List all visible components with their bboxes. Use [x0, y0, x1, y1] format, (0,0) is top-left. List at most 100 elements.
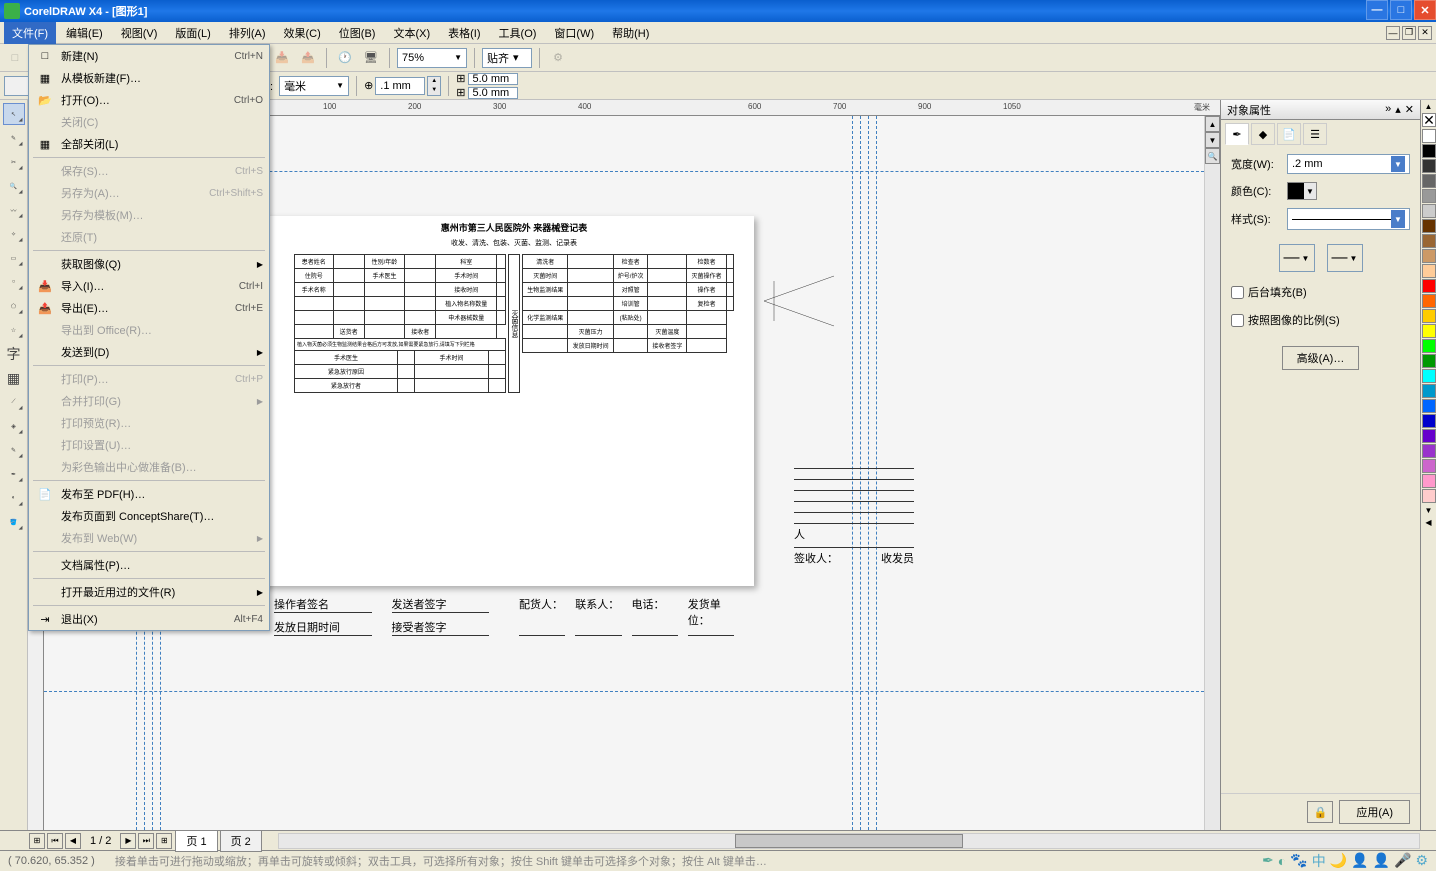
- monitor-icon[interactable]: 🖥: [360, 47, 382, 69]
- color-swatch[interactable]: [1422, 414, 1436, 428]
- color-swatch[interactable]: [1422, 354, 1436, 368]
- page-tab-2[interactable]: 页 2: [220, 830, 262, 852]
- export-icon[interactable]: 📤: [297, 47, 319, 69]
- color-swatch[interactable]: [1422, 234, 1436, 248]
- menu-item[interactable]: 获取图像(Q) ▶: [29, 253, 269, 275]
- menu-effects[interactable]: 效果(C): [276, 22, 329, 44]
- fill-tab[interactable]: ◆: [1251, 123, 1275, 145]
- menu-item[interactable]: 📂 打开(O)… Ctrl+O: [29, 89, 269, 111]
- tray-lang[interactable]: 中: [1312, 851, 1326, 871]
- menu-item[interactable]: 打印设置(U)…: [29, 434, 269, 456]
- scale-checkbox[interactable]: [1231, 314, 1244, 327]
- style-select[interactable]: ▼: [1287, 208, 1410, 230]
- menu-text[interactable]: 文本(X): [385, 22, 438, 44]
- color-swatch[interactable]: [1422, 279, 1436, 293]
- menu-item[interactable]: 打印(P)… Ctrl+P: [29, 368, 269, 390]
- interactive-fill-tool[interactable]: 🪣: [3, 511, 25, 533]
- menu-item[interactable]: 打开最近用过的文件(R) ▶: [29, 581, 269, 603]
- menu-table[interactable]: 表格(I): [440, 22, 488, 44]
- color-swatch[interactable]: [1422, 249, 1436, 263]
- scroll-up-icon[interactable]: ▲: [1205, 116, 1220, 132]
- page-tab-1[interactable]: 页 1: [175, 830, 217, 852]
- menu-item[interactable]: □ 新建(N) Ctrl+N: [29, 45, 269, 67]
- options-icon[interactable]: ⚙: [547, 47, 569, 69]
- color-swatch[interactable]: [1422, 309, 1436, 323]
- palette-down-icon[interactable]: ▼: [1421, 504, 1436, 516]
- zoom-tool[interactable]: 🔍: [3, 175, 25, 197]
- tray-gear-icon[interactable]: ⚙: [1415, 852, 1428, 869]
- color-swatch[interactable]: [1422, 399, 1436, 413]
- tray-person-icon[interactable]: 👤: [1351, 852, 1368, 869]
- freehand-tool[interactable]: 〰: [3, 199, 25, 221]
- menu-item[interactable]: 保存(S)… Ctrl+S: [29, 160, 269, 182]
- color-swatch[interactable]: [1422, 489, 1436, 503]
- menu-item[interactable]: ⇥ 退出(X) Alt+F4: [29, 608, 269, 630]
- color-swatch[interactable]: [1422, 474, 1436, 488]
- first-page-icon[interactable]: ⏮: [47, 833, 63, 849]
- add-page-after-icon[interactable]: ⊞: [156, 833, 172, 849]
- tray-fill-icon[interactable]: ◐: [1278, 853, 1286, 869]
- panel-pin-icon[interactable]: ▴: [1395, 103, 1401, 116]
- next-page-icon[interactable]: ▶: [120, 833, 136, 849]
- unit-combo[interactable]: 毫米▼: [279, 76, 349, 96]
- menu-item[interactable]: ▦ 全部关闭(L): [29, 133, 269, 155]
- color-swatch[interactable]: [1422, 459, 1436, 473]
- zoom-page-icon[interactable]: 🔍: [1205, 148, 1220, 164]
- menu-item[interactable]: 打印预览(R)…: [29, 412, 269, 434]
- color-swatch[interactable]: [1422, 189, 1436, 203]
- color-swatch[interactable]: [1422, 369, 1436, 383]
- menu-view[interactable]: 视图(V): [113, 22, 166, 44]
- menu-item[interactable]: 发布到 Web(W) ▶: [29, 527, 269, 549]
- tray-moon-icon[interactable]: 🌙: [1330, 852, 1347, 869]
- color-swatch[interactable]: [1422, 174, 1436, 188]
- menu-item[interactable]: 📥 导入(I)… Ctrl+I: [29, 275, 269, 297]
- color-swatch[interactable]: [1422, 219, 1436, 233]
- menu-item[interactable]: 📤 导出(E)… Ctrl+E: [29, 297, 269, 319]
- dup-x[interactable]: 5.0 mm: [468, 73, 518, 85]
- start-cap[interactable]: — ▼: [1279, 244, 1315, 272]
- menu-item[interactable]: 为彩色输出中心做准备(B)…: [29, 456, 269, 478]
- no-color[interactable]: ✕: [1422, 113, 1436, 127]
- color-swatch[interactable]: [1422, 339, 1436, 353]
- color-swatch[interactable]: [1422, 294, 1436, 308]
- basic-shapes-tool[interactable]: ☆: [3, 319, 25, 341]
- color-swatch[interactable]: [1422, 444, 1436, 458]
- mdi-close[interactable]: ✕: [1418, 26, 1432, 40]
- maximize-button[interactable]: □: [1390, 0, 1412, 20]
- menu-item[interactable]: 文档属性(P)…: [29, 554, 269, 576]
- mdi-restore[interactable]: ❐: [1402, 26, 1416, 40]
- tray-person2-icon[interactable]: 👤: [1373, 852, 1390, 869]
- crop-tool[interactable]: ✂: [3, 151, 25, 173]
- color-swatch[interactable]: [1422, 144, 1436, 158]
- ellipse-tool[interactable]: ○: [3, 271, 25, 293]
- color-swatch[interactable]: [1422, 429, 1436, 443]
- nudge-input[interactable]: .1 mm: [375, 77, 425, 95]
- menu-tools[interactable]: 工具(O): [491, 22, 545, 44]
- color-swatch[interactable]: [1422, 129, 1436, 143]
- pick-tool[interactable]: ↖: [3, 103, 25, 125]
- eyedropper-tool[interactable]: ✎: [3, 439, 25, 461]
- menu-item[interactable]: 关闭(C): [29, 111, 269, 133]
- text-tool[interactable]: 字: [3, 343, 25, 365]
- mdi-minimize[interactable]: —: [1386, 26, 1400, 40]
- last-page-icon[interactable]: ⏭: [138, 833, 154, 849]
- scroll-down-icon[interactable]: ▼: [1205, 132, 1220, 148]
- rectangle-tool[interactable]: ▭: [3, 247, 25, 269]
- panel-close-icon[interactable]: ✕: [1405, 103, 1414, 116]
- advanced-button[interactable]: 高级(A)…: [1282, 346, 1360, 370]
- width-select[interactable]: .2 mm▼: [1287, 154, 1410, 174]
- polygon-tool[interactable]: ⬠: [3, 295, 25, 317]
- table-tool[interactable]: ▦: [3, 367, 25, 389]
- panel-menu-icon[interactable]: »: [1385, 103, 1391, 116]
- menu-item[interactable]: 还原(T): [29, 226, 269, 248]
- end-cap[interactable]: — ▼: [1327, 244, 1363, 272]
- zoom-combo[interactable]: 75%▼: [397, 48, 467, 68]
- menu-item[interactable]: 发布页面到 ConceptShare(T)…: [29, 505, 269, 527]
- menu-edit[interactable]: 编辑(E): [58, 22, 111, 44]
- menu-item[interactable]: ▦ 从模板新建(F)…: [29, 67, 269, 89]
- menu-layout[interactable]: 版面(L): [167, 22, 218, 44]
- palette-up-icon[interactable]: ▲: [1421, 100, 1436, 112]
- menu-item[interactable]: 导出到 Office(R)…: [29, 319, 269, 341]
- smart-tool[interactable]: ✧: [3, 223, 25, 245]
- guide-line[interactable]: [44, 691, 1204, 692]
